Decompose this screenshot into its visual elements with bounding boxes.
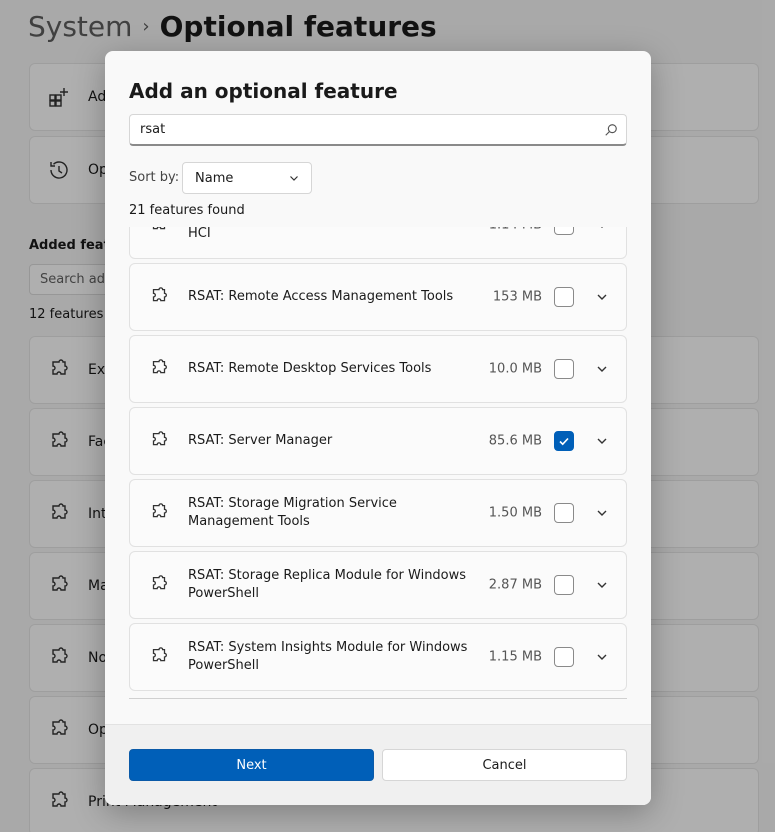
feature-checkbox[interactable]	[554, 359, 574, 379]
feature-item[interactable]: RSAT: Storage Replica Module for Windows…	[129, 551, 627, 619]
feature-name: RSAT: Storage Replica Module for Windows…	[188, 568, 467, 601]
feature-item[interactable]: RSAT: Remote Access Management Tools 153 …	[129, 263, 627, 331]
feature-checkbox[interactable]	[554, 647, 574, 667]
chevron-down-icon[interactable]	[596, 227, 608, 231]
feature-name: RSAT: PowerShell module for Azure Stack …	[188, 227, 211, 241]
feature-item[interactable]: RSAT: PowerShell module for Azure Stack …	[129, 227, 627, 259]
feature-size: 1.14 MB	[489, 227, 542, 233]
checkmark-icon	[559, 437, 569, 446]
chevron-down-icon[interactable]	[596, 579, 608, 591]
dialog-footer: Next Cancel	[105, 724, 651, 805]
feature-checkbox[interactable]	[554, 575, 574, 595]
feature-item[interactable]: RSAT: Remote Desktop Services Tools 10.0 …	[129, 335, 627, 403]
feature-checkbox[interactable]	[554, 287, 574, 307]
search-icon[interactable]	[604, 123, 618, 137]
feature-name: RSAT: Remote Desktop Services Tools	[188, 361, 432, 376]
feature-name: RSAT: Storage Migration Service Manageme…	[188, 496, 397, 529]
feature-name: RSAT: System Insights Module for Windows…	[188, 640, 468, 673]
feature-list-track: RSAT: PowerShell module for Azure Stack …	[129, 227, 627, 695]
sort-value: Name	[195, 170, 234, 186]
feature-size: 2.87 MB	[488, 577, 542, 593]
chevron-down-icon[interactable]	[596, 363, 608, 375]
feature-checkbox[interactable]	[554, 227, 574, 235]
feature-size: 10.0 MB	[488, 361, 542, 377]
features-found-count: 21 features found	[129, 203, 245, 218]
feature-list[interactable]: RSAT: PowerShell module for Azure Stack …	[129, 227, 627, 699]
chevron-down-icon[interactable]	[596, 651, 608, 663]
feature-name: RSAT: Server Manager	[188, 433, 333, 448]
cancel-button[interactable]: Cancel	[382, 749, 627, 781]
feature-checkbox[interactable]	[554, 503, 574, 523]
feature-size: 1.50 MB	[488, 505, 542, 521]
feature-size: 153 MB	[492, 289, 542, 305]
feature-name: RSAT: Remote Access Management Tools	[188, 289, 454, 304]
feature-size: 85.6 MB	[488, 433, 542, 449]
puzzle-icon	[152, 431, 167, 446]
chevron-down-icon[interactable]	[596, 507, 608, 519]
sort-label: Sort by:	[129, 170, 180, 185]
feature-item[interactable]: RSAT: Storage Migration Service Manageme…	[129, 479, 627, 547]
sort-dropdown[interactable]: Name	[182, 162, 312, 194]
chevron-down-icon[interactable]	[596, 291, 608, 303]
feature-search-input[interactable]	[130, 122, 604, 137]
feature-size: 1.15 MB	[488, 649, 542, 665]
chevron-down-icon[interactable]	[596, 435, 608, 447]
feature-item[interactable]: RSAT: System Insights Module for Windows…	[129, 623, 627, 691]
next-button[interactable]: Next	[129, 749, 374, 781]
dialog-title: Add an optional feature	[129, 79, 398, 103]
puzzle-icon	[152, 647, 167, 662]
puzzle-icon	[152, 359, 167, 374]
feature-checkbox[interactable]	[554, 431, 574, 451]
feature-search-box[interactable]	[129, 114, 627, 146]
puzzle-icon	[152, 227, 166, 230]
add-optional-feature-dialog: Add an optional feature Sort by: Name 21…	[105, 51, 651, 805]
chevron-down-icon	[290, 176, 298, 181]
feature-item[interactable]: RSAT: Server Manager 85.6 MB	[129, 407, 627, 475]
puzzle-icon	[152, 575, 167, 590]
puzzle-icon	[152, 287, 167, 302]
puzzle-icon	[152, 503, 167, 518]
